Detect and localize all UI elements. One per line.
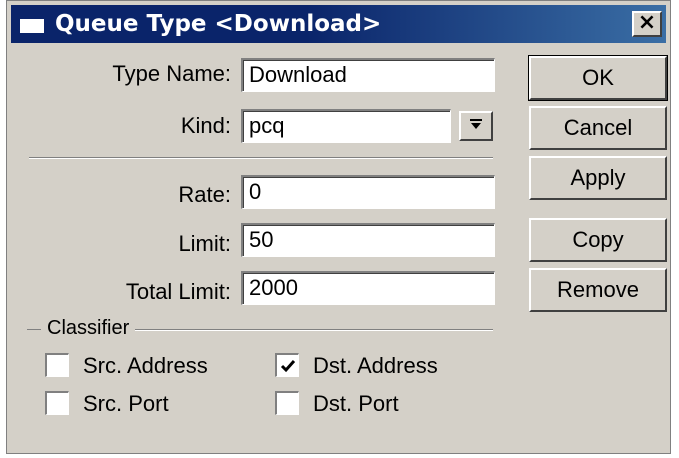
src-address-checkbox[interactable] <box>45 353 69 377</box>
close-button[interactable]: × <box>632 11 662 37</box>
kind-dropdown-button[interactable] <box>459 111 493 141</box>
type-name-input[interactable]: Download <box>241 58 495 92</box>
copy-button[interactable]: Copy <box>529 218 667 262</box>
src-address-label[interactable]: Src. Address <box>83 353 208 379</box>
dst-address-checkbox[interactable] <box>275 353 299 377</box>
close-icon: × <box>637 10 657 35</box>
dst-port-label[interactable]: Dst. Port <box>313 391 399 417</box>
checkmark-icon <box>280 360 296 373</box>
kind-select[interactable]: pcq <box>241 109 451 143</box>
window-icon <box>19 14 45 34</box>
src-port-label[interactable]: Src. Port <box>83 391 169 417</box>
total-limit-label: Total Limit: <box>125 279 231 304</box>
dst-address-label[interactable]: Dst. Address <box>313 353 438 379</box>
type-name-label: Type Name: <box>112 61 231 86</box>
window-title: Queue Type <Download> <box>55 11 382 37</box>
title-bar[interactable]: Queue Type <Download> × <box>11 5 666 43</box>
dropdown-arrow-icon <box>470 119 482 129</box>
limit-label: Limit: <box>178 231 231 256</box>
rate-label: Rate: <box>178 182 231 207</box>
apply-button[interactable]: Apply <box>529 156 667 200</box>
ok-button[interactable]: OK <box>528 55 668 101</box>
queue-type-dialog: Queue Type <Download> × Type Name: Downl… <box>6 0 671 454</box>
classifier-label: Classifier <box>25 317 136 340</box>
remove-button[interactable]: Remove <box>529 268 667 312</box>
dst-port-checkbox[interactable] <box>275 391 299 415</box>
kind-label: Kind: <box>180 113 231 138</box>
form-separator <box>29 157 493 159</box>
src-port-checkbox[interactable] <box>45 391 69 415</box>
total-limit-input[interactable]: 2000 <box>241 271 495 305</box>
cancel-button[interactable]: Cancel <box>529 106 667 150</box>
limit-input[interactable]: 50 <box>241 223 495 257</box>
rate-input[interactable]: 0 <box>241 175 495 209</box>
